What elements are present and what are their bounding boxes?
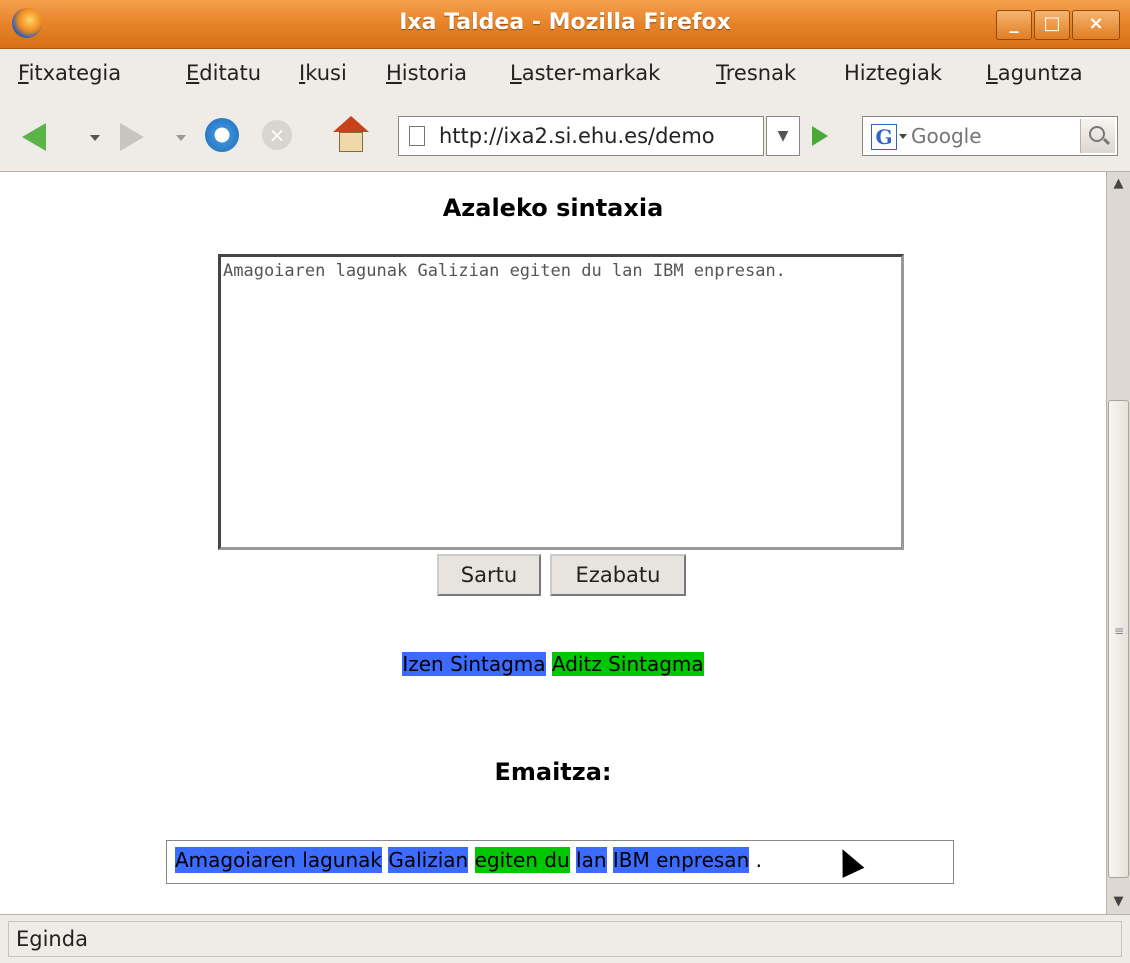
home-roof	[333, 116, 369, 132]
result-chunk: Galizian	[388, 847, 469, 873]
menu-historia[interactable]: Historia	[386, 61, 467, 85]
result-chunk: .	[755, 848, 762, 872]
go-arrow-icon[interactable]	[812, 126, 828, 146]
menu-editatu[interactable]: Editatu	[186, 61, 261, 85]
search-engine-dropdown-icon[interactable]	[899, 134, 907, 139]
clear-button[interactable]: Ezabatu	[550, 554, 686, 596]
search-input[interactable]	[911, 121, 1061, 151]
result-heading: Emaitza:	[494, 758, 612, 786]
menu-label: resnak	[725, 61, 797, 85]
result-chunk: egiten du	[474, 847, 570, 873]
menu-accel: E	[186, 61, 200, 85]
close-window-button[interactable]: ×	[1072, 10, 1120, 40]
status-bar: Eginda	[0, 914, 1130, 963]
url-history-dropdown-button[interactable]: ▼	[766, 116, 800, 156]
menu-accel: L	[510, 61, 522, 85]
menu-label: ditatu	[199, 61, 262, 85]
menu-hiztegiak[interactable]: Hiztegiak	[844, 61, 942, 85]
menu-bar: Fitxategia Editatu Ikusi Historia Laster…	[0, 49, 1130, 101]
menu-ikusi[interactable]: Ikusi	[299, 61, 347, 85]
reload-icon[interactable]	[205, 118, 239, 152]
home-walls	[339, 132, 363, 152]
page-content: Azaleko sintaxia Amagoiaren lagunak Gali…	[0, 172, 1106, 914]
vertical-scrollbar[interactable]: ▲ ≡ ▼	[1106, 172, 1130, 914]
page-title: Azaleko sintaxia	[442, 194, 664, 222]
menu-label: istoria	[401, 61, 467, 85]
search-magnifier-icon[interactable]	[1080, 119, 1115, 153]
color-legend: Izen Sintagma Aditz Sintagma	[0, 652, 1106, 676]
browser-window: Ixa Taldea - Mozilla Firefox _ □ × Fitxa…	[0, 0, 1130, 962]
input-textarea[interactable]: Amagoiaren lagunak Galizian egiten du la…	[218, 254, 904, 550]
forward-arrow-icon[interactable]	[120, 123, 144, 151]
menu-accel: T	[716, 61, 726, 85]
menu-laster-markak[interactable]: Laster-markak	[510, 61, 660, 85]
maximize-button[interactable]: □	[1034, 10, 1070, 40]
menu-label: Hiztegiak	[844, 61, 942, 85]
menu-accel: H	[386, 61, 402, 85]
status-panel	[8, 921, 1122, 957]
result-chunk: Amagoiaren lagunak	[175, 847, 382, 873]
status-text: Eginda	[16, 927, 88, 951]
menu-accel: F	[18, 61, 29, 85]
page-icon	[409, 126, 425, 146]
search-bar[interactable]: G	[862, 116, 1118, 156]
scroll-thumb[interactable]: ≡	[1108, 400, 1129, 878]
result-chunk: IBM enpresan	[612, 847, 750, 873]
submit-button[interactable]: Sartu	[437, 554, 541, 596]
minimize-button[interactable]: _	[996, 10, 1032, 40]
menu-label: aguntza	[997, 61, 1083, 85]
legend-aditz-sintagma: Aditz Sintagma	[551, 652, 704, 676]
forward-history-dropdown-icon[interactable]	[176, 135, 186, 141]
title-bar: Ixa Taldea - Mozilla Firefox _ □ ×	[0, 0, 1130, 49]
back-arrow-icon[interactable]	[22, 123, 46, 151]
home-icon[interactable]	[333, 116, 369, 152]
menu-accel: L	[986, 61, 998, 85]
menu-label: aster-markak	[521, 61, 661, 85]
result-chunk: lan	[576, 847, 607, 873]
scroll-up-arrow-icon[interactable]: ▲	[1107, 172, 1130, 196]
url-input[interactable]	[439, 121, 761, 151]
scroll-grip-icon: ≡	[1114, 624, 1125, 638]
menu-label: itxategia	[28, 61, 122, 85]
stop-icon[interactable]: ×	[262, 120, 292, 150]
back-history-dropdown-icon[interactable]	[90, 135, 100, 141]
scroll-down-arrow-icon[interactable]: ▼	[1107, 890, 1130, 914]
menu-label: kusi	[305, 61, 347, 85]
navigation-toolbar: × ▼ G	[0, 101, 1130, 172]
menu-fitxategia[interactable]: Fitxategia	[18, 61, 121, 85]
legend-izen-sintagma: Izen Sintagma	[402, 652, 546, 676]
google-engine-icon[interactable]: G	[871, 124, 897, 150]
window-title: Ixa Taldea - Mozilla Firefox	[399, 10, 731, 35]
menu-laguntza[interactable]: Laguntza	[986, 61, 1083, 85]
url-bar[interactable]	[398, 116, 764, 156]
menu-tresnak[interactable]: Tresnak	[716, 61, 796, 85]
